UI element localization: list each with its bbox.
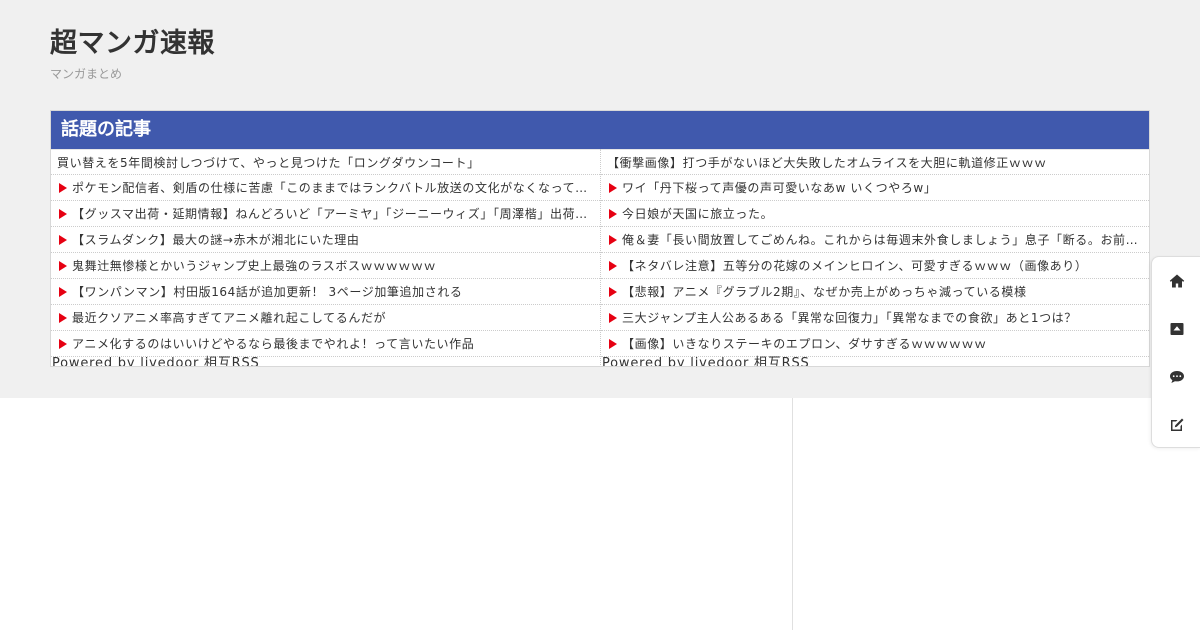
article-link[interactable]: 三大ジャンプ主人公あるある「異常な回復力」「異常なまでの食欲」あと1つは？ xyxy=(601,305,1149,331)
bullet-arrow-icon xyxy=(59,312,67,323)
article-link[interactable]: ポケモン配信者、剣盾の仕様に苦慮「このままではランクバトル放送の文化がなくなって… xyxy=(51,175,600,201)
home-button[interactable] xyxy=(1152,257,1200,305)
article-title: 今日娘が天国に旅立った。 xyxy=(622,207,774,221)
bullet-arrow-icon xyxy=(59,338,67,349)
article-link[interactable]: 【ワンパンマン】村田版164話が追加更新！ 3ページ加筆追加される xyxy=(51,279,600,305)
article-link[interactable]: 買い替えを5年間検討しつづけて、やっと見つけた「ロングダウンコート」 xyxy=(51,149,600,175)
article-title: 【悲報】アニメ『グラブル2期』、なぜか売上がめっちゃ減っている模様 xyxy=(622,285,1027,299)
site-title[interactable]: 超マンガ速報 xyxy=(50,26,215,62)
article-title: 【衝撃画像】打つ手がないほど大失敗したオムライスを大胆に軌道修正ｗｗｗ xyxy=(607,155,1047,170)
article-link[interactable]: 最近クソアニメ率高すぎてアニメ離れ起こしてるんだが xyxy=(51,305,600,331)
bullet-arrow-icon xyxy=(59,208,67,219)
article-title: 【グッスマ出荷・延期情報】ねんどろいど「アーミヤ」「ジーニーウィズ」「周澤楷」出… xyxy=(72,207,594,221)
scroll-top-button[interactable] xyxy=(1152,305,1200,353)
article-title: 俺＆妻「長い間放置してごめんね。これからは毎週末外食しましょう」息子「断る。お前… xyxy=(622,233,1143,247)
widget-header: 話題の記事 xyxy=(51,111,1149,149)
article-title: ワイ「丹下桜って声優の声可愛いなあw いくつやろw」 xyxy=(622,181,937,195)
bullet-arrow-icon xyxy=(59,260,67,271)
article-title: ポケモン配信者、剣盾の仕様に苦慮「このままではランクバトル放送の文化がなくなって… xyxy=(72,181,594,195)
article-link[interactable]: 【悲報】アニメ『グラブル2期』、なぜか売上がめっちゃ減っている模様 xyxy=(601,279,1149,305)
trending-articles-widget: 話題の記事 買い替えを5年間検討しつづけて、やっと見つけた「ロングダウンコート」… xyxy=(50,110,1150,367)
article-link[interactable]: ワイ「丹下桜って声優の声可愛いなあw いくつやろw」 xyxy=(601,175,1149,201)
article-title: 【スラムダンク】最大の謎→赤木が湘北にいた理由 xyxy=(72,233,360,247)
left-article-column: 買い替えを5年間検討しつづけて、やっと見つけた「ロングダウンコート」ポケモン配信… xyxy=(51,149,600,366)
bullet-arrow-icon xyxy=(609,234,617,245)
right-article-column: 【衝撃画像】打つ手がないほど大失敗したオムライスを大胆に軌道修正ｗｗｗ ワイ「丹下… xyxy=(600,149,1149,366)
edit-button[interactable] xyxy=(1152,401,1200,449)
article-title: アニメ化するのはいいけどやるなら最後までやれよ！って言いたい作品 xyxy=(72,337,475,351)
bullet-arrow-icon xyxy=(609,182,617,193)
comment-icon xyxy=(1169,371,1184,383)
bullet-arrow-icon xyxy=(59,182,67,193)
edit-icon xyxy=(1170,418,1183,431)
arrow-up-box-icon xyxy=(1170,323,1183,335)
powered-by-link[interactable]: Powered by livedoor 相互RSS xyxy=(52,356,260,366)
article-link[interactable]: 今日娘が天国に旅立った。 xyxy=(601,201,1149,227)
article-link[interactable]: 【グッスマ出荷・延期情報】ねんどろいど「アーミヤ」「ジーニーウィズ」「周澤楷」出… xyxy=(51,201,600,227)
home-icon xyxy=(1169,274,1184,288)
article-title: 買い替えを5年間検討しつづけて、やっと見つけた「ロングダウンコート」 xyxy=(57,155,480,170)
article-link[interactable]: 鬼舞辻無惨様とかいうジャンプ史上最強のラスボスｗｗｗｗｗｗ xyxy=(51,253,600,279)
article-link[interactable]: 俺＆妻「長い間放置してごめんね。これからは毎週末外食しましょう」息子「断る。お前… xyxy=(601,227,1149,253)
bullet-arrow-icon xyxy=(59,286,67,297)
bullet-arrow-icon xyxy=(609,286,617,297)
content-sidebar-divider xyxy=(792,398,793,630)
article-title: 最近クソアニメ率高すぎてアニメ離れ起こしてるんだが xyxy=(72,311,387,325)
article-title: 【画像】いきなりステーキのエプロン、ダサすぎるｗｗｗｗｗｗ xyxy=(622,337,987,351)
bullet-arrow-icon xyxy=(609,208,617,219)
bullet-arrow-icon xyxy=(609,338,617,349)
article-title: 三大ジャンプ主人公あるある「異常な回復力」「異常なまでの食欲」あと1つは？ xyxy=(622,311,1077,325)
article-link[interactable]: 【ネタバレ注意】五等分の花嫁のメインヒロイン、可愛すぎるｗｗｗ（画像あり） xyxy=(601,253,1149,279)
bullet-arrow-icon xyxy=(609,312,617,323)
article-title: 【ネタバレ注意】五等分の花嫁のメインヒロイン、可愛すぎるｗｗｗ（画像あり） xyxy=(622,259,1088,273)
comments-button[interactable] xyxy=(1152,353,1200,401)
bullet-arrow-icon xyxy=(609,260,617,271)
bullet-arrow-icon xyxy=(59,234,67,245)
article-title: 鬼舞辻無惨様とかいうジャンプ史上最強のラスボスｗｗｗｗｗｗ xyxy=(72,259,437,273)
site-description: マンガまとめ xyxy=(50,67,123,81)
article-link[interactable]: アニメ化するのはいいけどやるなら最後までやれよ！って言いたい作品 xyxy=(51,331,600,357)
powered-by-link[interactable]: Powered by livedoor 相互RSS xyxy=(602,356,810,366)
article-link[interactable]: 【衝撃画像】打つ手がないほど大失敗したオムライスを大胆に軌道修正ｗｗｗ xyxy=(601,149,1149,175)
article-link[interactable]: 【画像】いきなりステーキのエプロン、ダサすぎるｗｗｗｗｗｗ xyxy=(601,331,1149,357)
article-title: 【ワンパンマン】村田版164話が追加更新！ 3ページ加筆追加される xyxy=(72,285,463,299)
side-toolbar xyxy=(1151,256,1200,448)
article-link[interactable]: 【スラムダンク】最大の謎→赤木が湘北にいた理由 xyxy=(51,227,600,253)
